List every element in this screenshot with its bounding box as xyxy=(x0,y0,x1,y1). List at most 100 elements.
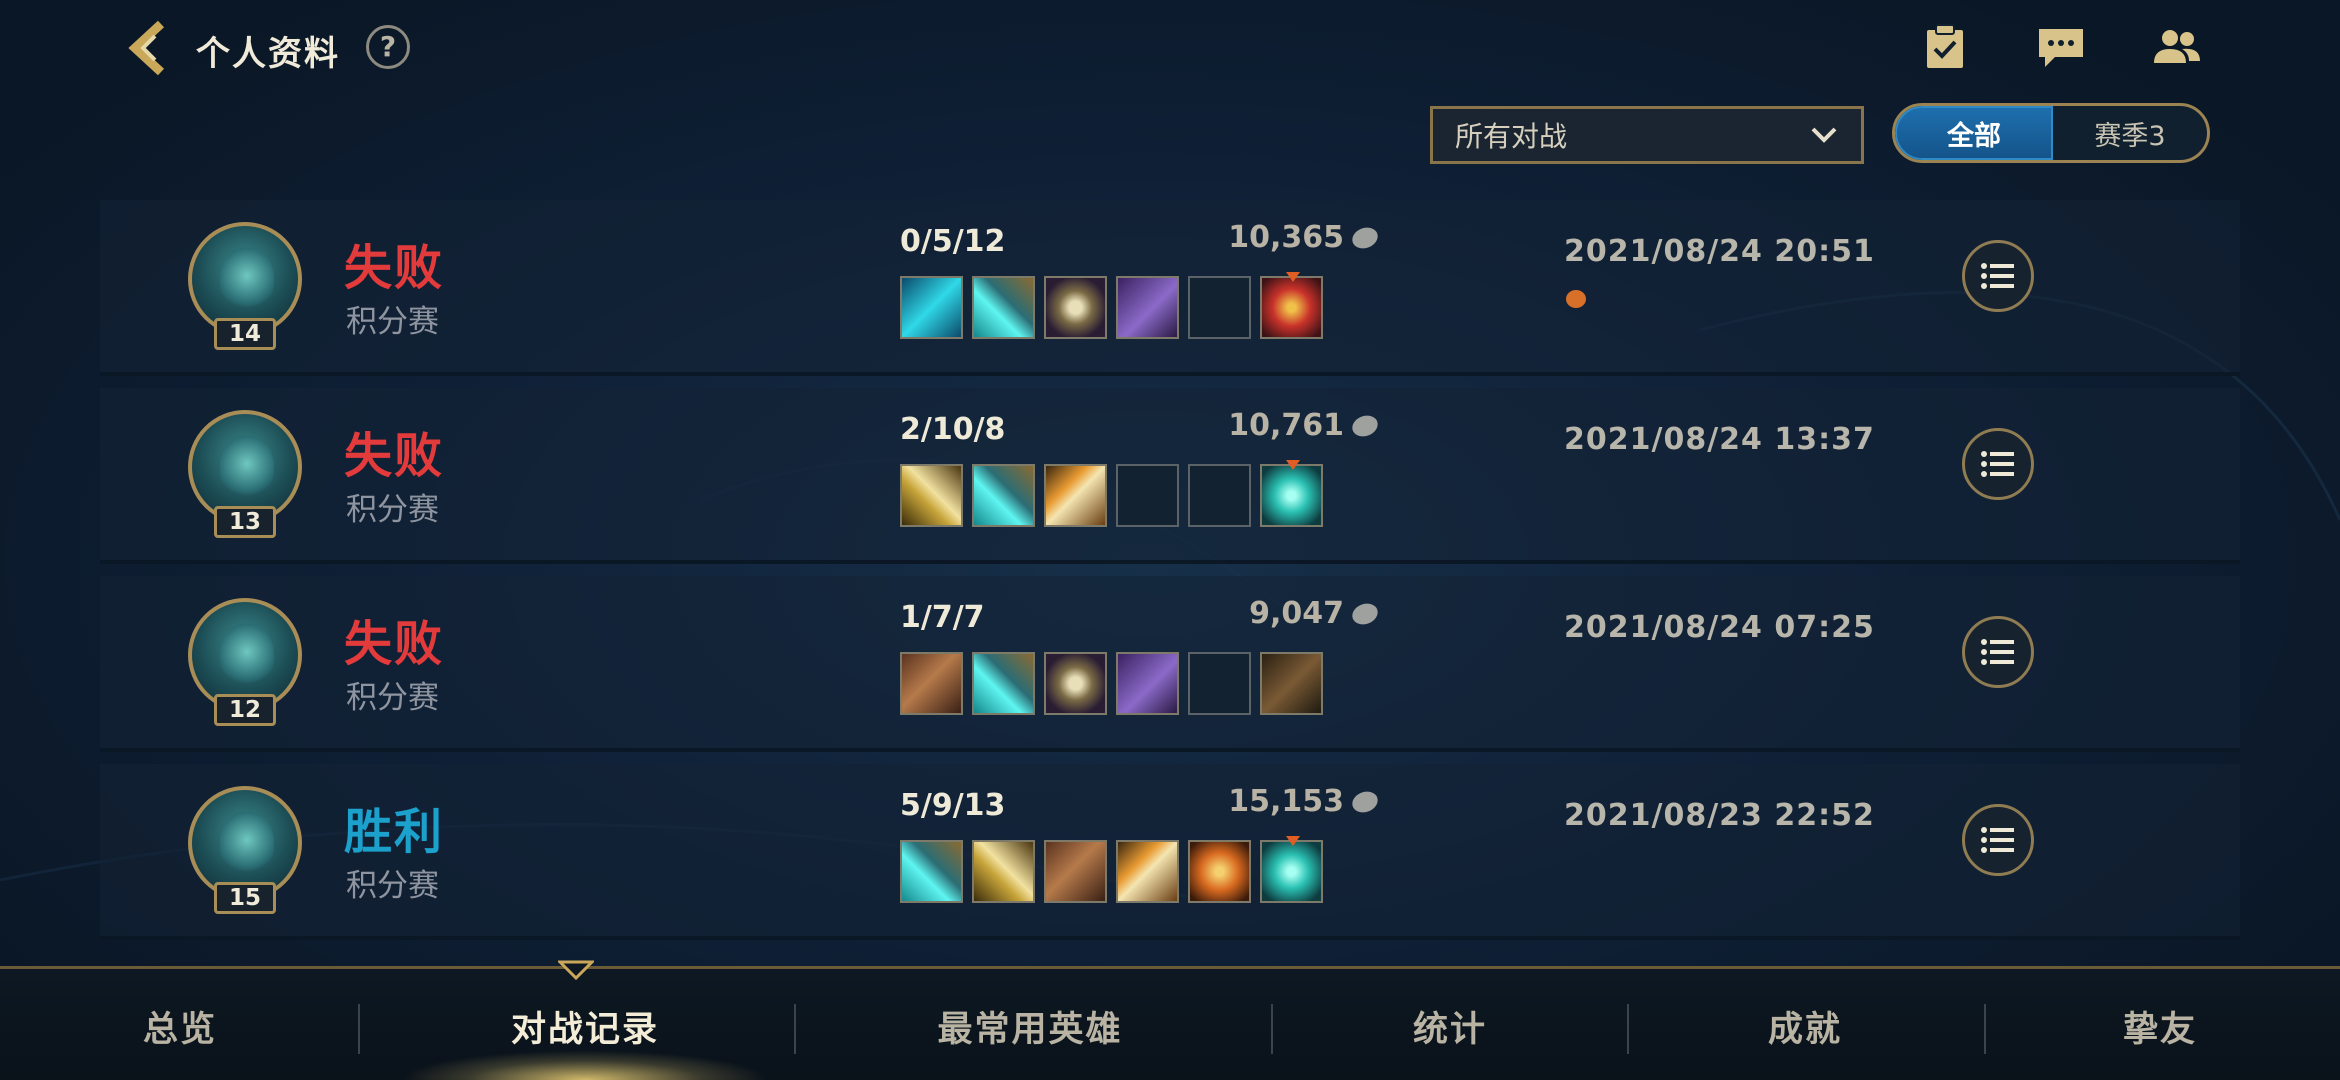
item-slot-2 xyxy=(972,276,1035,339)
tab-best-friends[interactable]: 挚友 xyxy=(2010,972,2310,1080)
tab-overview[interactable]: 总览 xyxy=(60,972,300,1080)
gold-value: 10,761 xyxy=(1228,408,1344,443)
item-slot-3 xyxy=(1044,652,1107,715)
trinket-slot xyxy=(1260,836,1323,903)
honor-badge-icon xyxy=(1566,290,1586,308)
tab-divider xyxy=(1271,1004,1273,1054)
gold-earned: 10,761 xyxy=(1228,408,1381,443)
missions-button[interactable] xyxy=(1918,22,1972,72)
tab-achievements[interactable]: 成就 xyxy=(1650,972,1960,1080)
item-slot-1 xyxy=(900,652,963,715)
chat-bubble-icon xyxy=(2039,29,2083,67)
item-slot-5 xyxy=(1188,840,1251,903)
item-build xyxy=(900,836,1323,903)
match-row[interactable]: 14 失败 积分赛 0/5/12 10,365 2021/08/24 20:51 xyxy=(100,200,2240,376)
season-toggle[interactable]: 全部 赛季3 xyxy=(1892,103,2210,163)
match-mode: 积分赛 xyxy=(346,304,439,340)
item-slot-4 xyxy=(1116,464,1179,527)
item-build xyxy=(900,460,1323,527)
list-icon xyxy=(1981,451,2014,477)
back-chevron-icon xyxy=(128,20,165,76)
champion-level: 15 xyxy=(214,882,276,914)
list-icon xyxy=(1981,263,2014,289)
kda: 5/9/13 xyxy=(900,788,1006,823)
item-slot-1 xyxy=(900,464,963,527)
item-slot-1 xyxy=(900,276,963,339)
back-button[interactable] xyxy=(118,18,188,78)
match-detail-button[interactable] xyxy=(1962,428,2034,500)
match-type-value: 所有对战 xyxy=(1455,120,1568,153)
tab-top-champions[interactable]: 最常用英雄 xyxy=(830,972,1230,1080)
item-slot-5 xyxy=(1188,464,1251,527)
gold-value: 9,047 xyxy=(1249,596,1344,631)
item-slot-2 xyxy=(972,840,1035,903)
segment-all[interactable]: 全部 xyxy=(1895,106,2053,160)
segment-season-3[interactable]: 赛季3 xyxy=(2053,106,2207,160)
champion-level: 14 xyxy=(214,318,276,350)
chat-button[interactable] xyxy=(2034,22,2088,72)
tab-divider xyxy=(794,1004,796,1054)
friends-icon xyxy=(2154,30,2200,63)
kda: 2/10/8 xyxy=(900,412,1006,447)
item-slot-1 xyxy=(900,840,963,903)
match-mode: 积分赛 xyxy=(346,680,439,716)
match-mode: 积分赛 xyxy=(346,492,439,528)
match-row[interactable]: 12 失败 积分赛 1/7/7 9,047 2021/08/24 07:25 xyxy=(100,576,2240,752)
gold-coin-icon xyxy=(1349,411,1381,440)
item-slot-4 xyxy=(1116,840,1179,903)
champion-level: 12 xyxy=(214,694,276,726)
match-result: 失败 xyxy=(344,240,445,296)
trinket-slot xyxy=(1260,460,1323,527)
clipboard-check-icon xyxy=(1927,24,1963,68)
chevron-down-icon xyxy=(1811,127,1837,143)
friends-button[interactable] xyxy=(2150,22,2204,72)
match-mode: 积分赛 xyxy=(346,868,439,904)
item-slot-3 xyxy=(1044,276,1107,339)
gold-earned: 15,153 xyxy=(1228,784,1381,819)
item-slot-5 xyxy=(1188,276,1251,339)
champion-avatar: 15 xyxy=(186,786,304,918)
match-row[interactable]: 13 失败 积分赛 2/10/8 10,761 2021/08/24 13:37 xyxy=(100,388,2240,564)
match-detail-button[interactable] xyxy=(1962,616,2034,688)
champion-level: 13 xyxy=(214,506,276,538)
tab-match-history[interactable]: 对战记录 xyxy=(400,972,770,1080)
match-detail-button[interactable] xyxy=(1962,804,2034,876)
gold-coin-icon xyxy=(1349,787,1381,816)
match-result: 失败 xyxy=(344,616,445,672)
tab-divider xyxy=(1627,1004,1629,1054)
page-title: 个人资料 xyxy=(196,34,340,74)
list-icon xyxy=(1981,827,2014,853)
item-slot-3 xyxy=(1044,840,1107,903)
item-slot-2 xyxy=(972,652,1035,715)
champion-avatar: 12 xyxy=(186,598,304,730)
gold-coin-icon xyxy=(1349,223,1381,252)
tab-divider xyxy=(358,1004,360,1054)
trinket-slot xyxy=(1260,272,1323,339)
item-slot-5 xyxy=(1188,652,1251,715)
item-slot-4 xyxy=(1116,652,1179,715)
kda: 1/7/7 xyxy=(900,600,985,635)
kda: 0/5/12 xyxy=(900,224,1006,259)
item-slot-2 xyxy=(972,464,1035,527)
match-datetime: 2021/08/24 07:25 xyxy=(1564,610,1875,645)
match-result: 胜利 xyxy=(344,804,445,860)
item-slot-4 xyxy=(1116,276,1179,339)
gold-earned: 9,047 xyxy=(1249,596,1381,631)
gold-earned: 10,365 xyxy=(1228,220,1381,255)
match-type-dropdown[interactable]: 所有对战 xyxy=(1430,106,1864,164)
match-row[interactable]: 15 胜利 积分赛 5/9/13 15,153 2021/08/23 22:52 xyxy=(100,764,2240,940)
item-build xyxy=(900,272,1323,339)
match-datetime: 2021/08/23 22:52 xyxy=(1564,798,1875,833)
tab-stats[interactable]: 统计 xyxy=(1290,972,1610,1080)
tab-divider xyxy=(1984,1004,1986,1054)
match-datetime: 2021/08/24 20:51 xyxy=(1564,234,1875,269)
champion-avatar: 14 xyxy=(186,222,304,354)
help-button[interactable]: ? xyxy=(366,25,410,69)
gold-value: 10,365 xyxy=(1228,220,1344,255)
match-detail-button[interactable] xyxy=(1962,240,2034,312)
gold-value: 15,153 xyxy=(1228,784,1344,819)
match-datetime: 2021/08/24 13:37 xyxy=(1564,422,1875,457)
item-slot-3 xyxy=(1044,464,1107,527)
trinket-slot xyxy=(1260,652,1323,715)
match-result: 失败 xyxy=(344,428,445,484)
